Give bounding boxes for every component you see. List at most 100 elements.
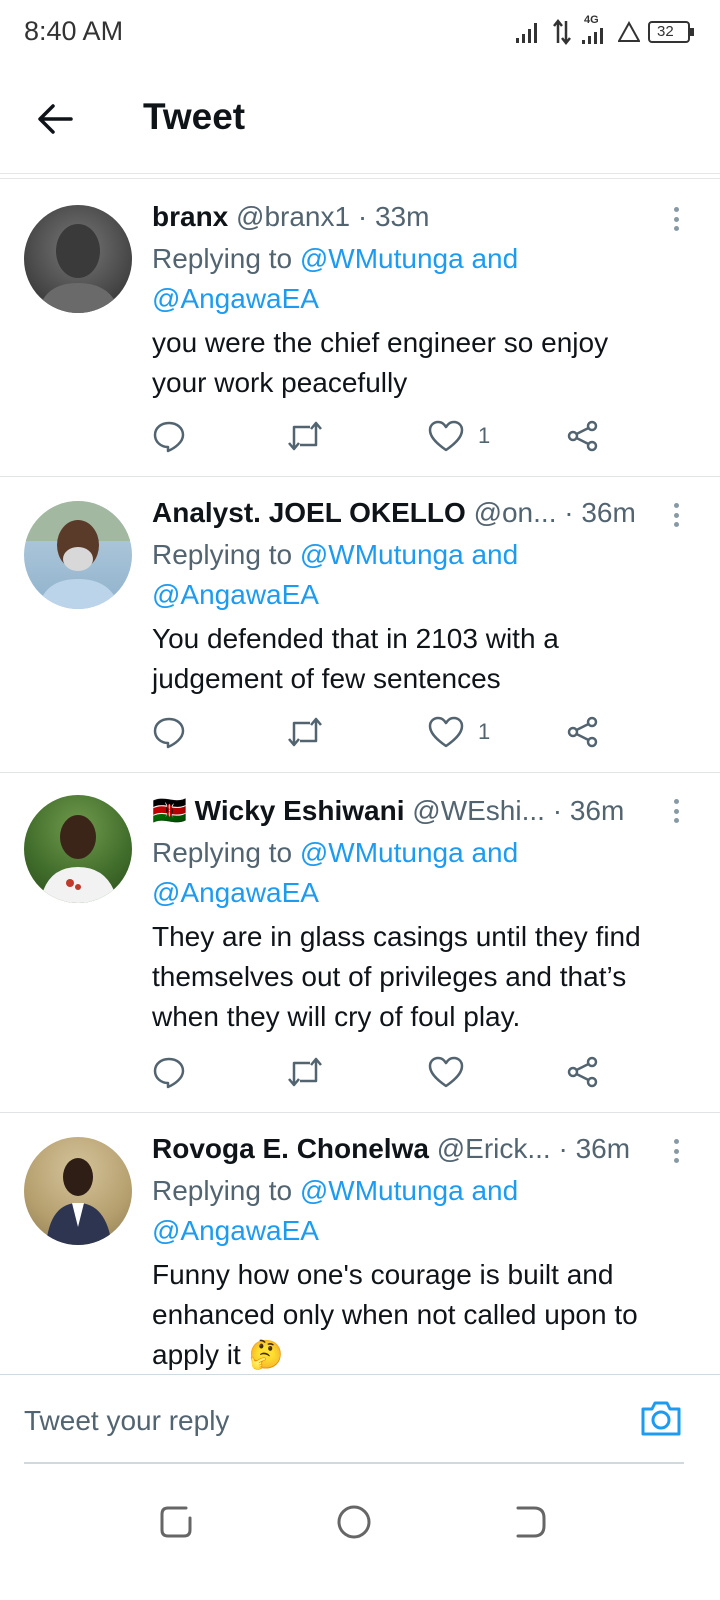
status-icons: 4G 32 <box>514 14 694 46</box>
comment-icon <box>153 421 185 453</box>
tweet-item[interactable]: branx @branx1 · 33m Replying to @WMutung… <box>0 179 720 477</box>
status-bar: 8:40 AM 4G 32 <box>0 0 720 66</box>
mention-link[interactable]: @AngawaEA <box>152 579 319 610</box>
reply-feed[interactable]: branx @branx1 · 33m Replying to @WMutung… <box>0 178 720 1373</box>
heart-icon <box>428 1056 464 1088</box>
tweet-header: Rovoga E. Chonelwa @Erick... · 36m <box>152 1131 664 1167</box>
share-button[interactable] <box>566 1055 600 1089</box>
heart-icon <box>428 716 464 748</box>
tweet-text: Funny how one's courage is built and enh… <box>152 1259 638 1370</box>
user-handle[interactable]: @WEshi... <box>412 795 545 826</box>
tweet-item[interactable]: 🇰🇪 Wicky Eshiwani @WEshi... · 36m Replyi… <box>0 773 720 1113</box>
tweet-actions: 1 <box>152 419 622 459</box>
replying-to: Replying to @WMutunga and @AngawaEA <box>152 1171 664 1251</box>
home-button[interactable] <box>332 1500 376 1544</box>
status-time: 8:40 AM <box>24 16 124 46</box>
separator: · <box>357 201 368 232</box>
more-options-button[interactable] <box>666 201 686 237</box>
back-button[interactable] <box>32 96 78 142</box>
tweet-item[interactable]: Rovoga E. Chonelwa @Erick... · 36m Reply… <box>0 1113 720 1373</box>
avatar[interactable] <box>24 1137 132 1245</box>
timestamp: 33m <box>374 201 430 232</box>
recent-apps-icon <box>160 1506 192 1538</box>
heart-icon <box>428 420 464 452</box>
tweet-header: Analyst. JOEL OKELLO @on... · 36m <box>152 495 664 531</box>
replying-label: Replying to <box>152 539 293 570</box>
timestamp: 36m <box>575 1133 631 1164</box>
replying-label: Replying to <box>152 243 293 274</box>
like-button[interactable] <box>428 1055 478 1089</box>
share-icon <box>567 1056 598 1088</box>
like-button[interactable]: 1 <box>428 419 490 453</box>
recent-apps-button[interactable] <box>156 1500 200 1544</box>
share-icon <box>567 420 598 452</box>
mention-link[interactable]: @WMutunga and <box>300 837 518 868</box>
replying-to: Replying to @WMutunga and @AngawaEA <box>152 239 664 319</box>
retweet-button[interactable] <box>286 1055 324 1089</box>
tweet-item[interactable]: Analyst. JOEL OKELLO @on... · 36m Replyi… <box>0 477 720 773</box>
display-name[interactable]: Wicky Eshiwani <box>195 795 405 826</box>
home-circle-icon <box>337 1505 371 1539</box>
more-options-button[interactable] <box>666 1133 686 1169</box>
reply-button[interactable] <box>152 1055 186 1089</box>
camera-icon <box>641 1401 681 1436</box>
user-handle[interactable]: @Erick... <box>437 1133 551 1164</box>
camera-button[interactable] <box>640 1399 682 1442</box>
replying-label: Replying to <box>152 837 293 868</box>
tweet-text: They are in glass casings until they fin… <box>152 921 641 1032</box>
tweet-header: 🇰🇪 Wicky Eshiwani @WEshi... · 36m <box>152 793 664 829</box>
like-count: 1 <box>478 719 491 744</box>
avatar[interactable] <box>24 205 132 313</box>
tweet-body: Rovoga E. Chonelwa @Erick... · 36m Reply… <box>152 1131 664 1373</box>
mention-link[interactable]: @AngawaEA <box>152 877 319 908</box>
timestamp: 36m <box>581 497 636 528</box>
mention-link[interactable]: @WMutunga and <box>300 243 518 274</box>
battery-level: 32 <box>657 23 674 40</box>
battery-icon: 32 <box>648 21 694 43</box>
replying-label: Replying to <box>152 1175 293 1206</box>
retweet-icon <box>288 421 322 451</box>
tweet-body: branx @branx1 · 33m Replying to @WMutung… <box>152 199 664 403</box>
mention-link[interactable]: @AngawaEA <box>152 1215 319 1246</box>
reply-button[interactable] <box>152 419 186 453</box>
tweet-body: 🇰🇪 Wicky Eshiwani @WEshi... · 36m Replyi… <box>152 793 664 1037</box>
replying-to: Replying to @WMutunga and @AngawaEA <box>152 833 664 913</box>
back-nav-icon <box>516 1506 546 1538</box>
top-bar: Tweet <box>0 66 720 174</box>
like-button[interactable]: 1 <box>428 715 490 749</box>
user-handle[interactable]: @branx1 <box>236 201 350 232</box>
share-button[interactable] <box>566 715 600 749</box>
avatar[interactable] <box>24 795 132 903</box>
reply-underline <box>24 1462 684 1464</box>
data-transfer-icon <box>553 19 571 45</box>
more-options-button[interactable] <box>666 793 686 829</box>
reply-button[interactable] <box>152 715 186 749</box>
more-options-button[interactable] <box>666 497 686 533</box>
flag-icon: 🇰🇪 <box>152 795 187 826</box>
avatar[interactable] <box>24 501 132 609</box>
tweet-actions: 1 <box>152 715 622 755</box>
retweet-icon <box>288 717 322 747</box>
retweet-button[interactable] <box>286 715 324 749</box>
retweet-button[interactable] <box>286 419 324 453</box>
share-icon <box>567 716 598 748</box>
back-nav-button[interactable] <box>508 1500 552 1544</box>
tweet-text: You defended that in 2103 with a judgeme… <box>152 623 559 694</box>
network-4g-icon: 4G <box>580 14 610 46</box>
retweet-icon <box>288 1057 322 1087</box>
mention-link[interactable]: @WMutunga and <box>300 1175 518 1206</box>
like-count: 1 <box>478 423 491 448</box>
tweet-header: branx @branx1 · 33m <box>152 199 664 235</box>
mention-link[interactable]: @WMutunga and <box>300 539 518 570</box>
mention-link[interactable]: @AngawaEA <box>152 283 319 314</box>
separator: · <box>564 497 574 528</box>
page-title: Tweet <box>143 96 246 137</box>
timestamp: 36m <box>569 795 625 826</box>
reply-input[interactable] <box>24 1395 624 1447</box>
user-handle[interactable]: @on... <box>474 497 557 528</box>
tweet-body: Analyst. JOEL OKELLO @on... · 36m Replyi… <box>152 495 664 699</box>
display-name[interactable]: branx <box>152 201 228 232</box>
share-button[interactable] <box>566 419 600 453</box>
display-name[interactable]: Rovoga E. Chonelwa <box>152 1133 429 1164</box>
display-name[interactable]: Analyst. JOEL OKELLO <box>152 497 466 528</box>
